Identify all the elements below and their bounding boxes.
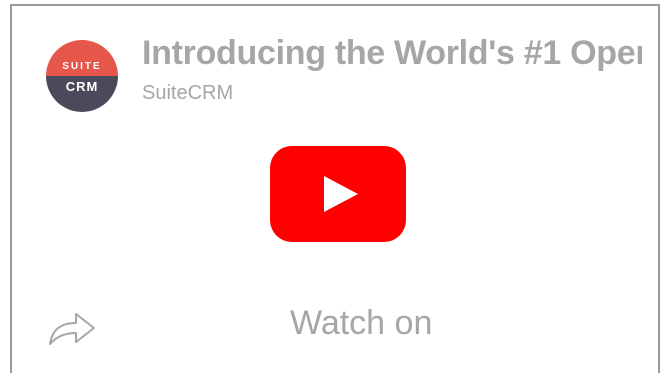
avatar-bottom-text: CRM [46, 76, 118, 112]
channel-avatar[interactable]: SUITE CRM [46, 40, 118, 112]
youtube-play-icon[interactable] [270, 146, 406, 242]
share-arrow-icon[interactable] [46, 306, 98, 348]
video-header: SUITE CRM Introducing the World's #1 Ope… [12, 6, 658, 116]
video-title[interactable]: Introducing the World's #1 Open Source C… [142, 34, 642, 73]
avatar-top-text: SUITE [46, 40, 118, 76]
video-embed[interactable]: SUITE CRM Introducing the World's #1 Ope… [10, 4, 660, 373]
channel-name[interactable]: SuiteCRM [142, 82, 233, 105]
watch-on-label[interactable]: Watch on [290, 304, 432, 343]
